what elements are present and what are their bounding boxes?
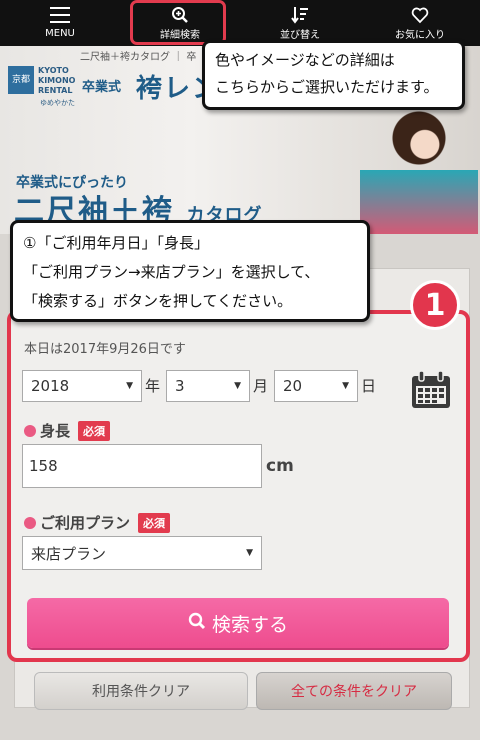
chevron-down-icon: ▼	[246, 548, 253, 558]
calendar-icon[interactable]	[410, 370, 452, 410]
year-value: 2018	[31, 377, 70, 395]
height-label: 身長 必須	[24, 420, 111, 441]
chevron-down-icon: ▼	[342, 381, 349, 391]
nav-favorite-label: お気に入り	[395, 29, 445, 41]
model-photo	[360, 106, 478, 234]
plan-select[interactable]: 来店プラン ▼	[22, 536, 262, 570]
bullet-dot	[24, 424, 36, 437]
heart-icon	[411, 6, 429, 26]
required-badge: 必須	[78, 420, 111, 441]
banner-sotsu: 卒業式	[82, 80, 122, 95]
today-date-text: 本日は2017年9月26日です	[24, 342, 186, 357]
brand-logo-sub: ゆめやかた	[40, 99, 75, 107]
chevron-down-icon: ▼	[234, 381, 241, 391]
height-unit: cm	[266, 456, 294, 476]
plan-label: ご利用プラン 必須	[24, 512, 171, 533]
brand-logo: 京都	[8, 66, 34, 94]
year-unit: 年	[145, 377, 161, 395]
callout-instructions: ①「ご利用年月日」「身長」 「ご利用プラン→来店プラン」を選択して、 「検索する…	[10, 220, 370, 322]
search-button[interactable]: 検索する	[27, 598, 449, 648]
brand-logo-text: KYOTO KIMONO RENTAL	[38, 66, 76, 95]
month-value: 3	[175, 377, 185, 395]
breadcrumb: 二尺袖＋袴カタログ ｜ 卒	[80, 52, 197, 63]
search-icon	[188, 612, 206, 635]
bullet-dot	[24, 516, 36, 529]
detail-search-highlight	[130, 0, 226, 45]
step-number-badge: 1	[410, 280, 460, 330]
plan-value: 来店プラン	[31, 544, 107, 563]
month-unit: 月	[253, 377, 269, 395]
search-button-label: 検索する	[211, 613, 288, 636]
day-value: 20	[283, 377, 303, 395]
height-input[interactable]: 158	[22, 444, 262, 488]
clear-terms-button[interactable]: 利用条件クリア	[34, 672, 248, 710]
required-badge: 必須	[138, 512, 171, 533]
year-select[interactable]: 2018 ▼	[22, 370, 142, 402]
nav-menu-button[interactable]: MENU	[0, 0, 120, 46]
callout-detail-search: 色やイメージなどの詳細は こちらからご選択いただけます。	[202, 40, 465, 110]
day-select[interactable]: 20 ▼	[274, 370, 358, 402]
clear-all-button[interactable]: 全ての条件をクリア	[256, 672, 452, 710]
chevron-down-icon: ▼	[126, 381, 133, 391]
menu-icon	[50, 7, 70, 23]
nav-sort-label: 並び替え	[280, 29, 320, 41]
sort-icon	[291, 6, 309, 26]
day-unit: 日	[361, 377, 377, 395]
nav-menu-label: MENU	[45, 28, 75, 39]
month-select[interactable]: 3 ▼	[166, 370, 250, 402]
